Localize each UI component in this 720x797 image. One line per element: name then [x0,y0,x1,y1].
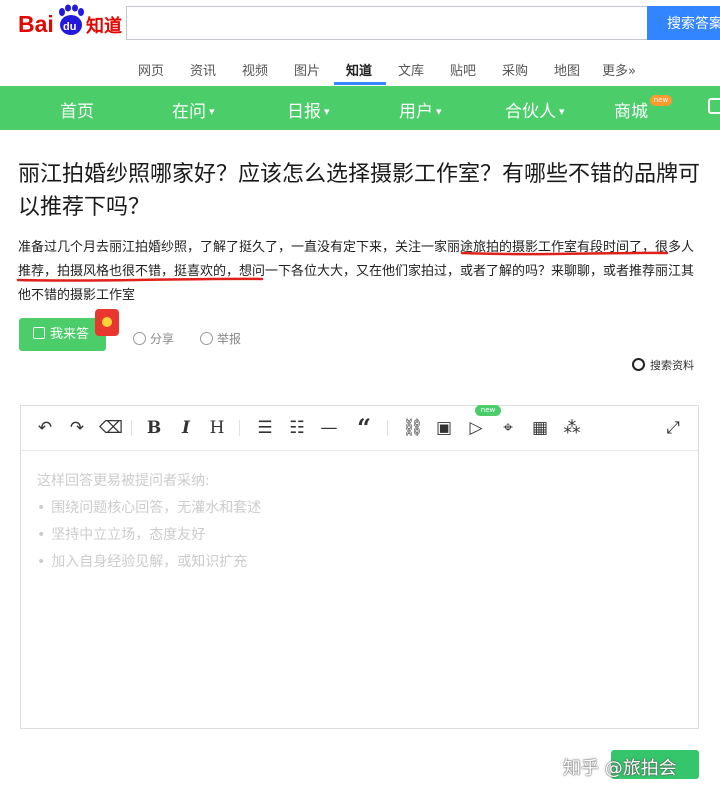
heading-icon[interactable]: H [207,418,227,438]
video-icon[interactable]: ▷ [466,418,486,438]
question-title: 丽江拍婚纱照哪家好？应该怎么选择摄影工作室？有哪些不错的品牌可以推荐下吗？ [18,162,701,220]
question-description: 准备过几个月去丽江拍婚纱照，了解了挺久了，一直没有定下来，关注一家丽途旅拍的摄影… [18,240,695,303]
svg-text:知道: 知道 [86,15,122,37]
chevron-down-icon: ▾ [324,105,330,118]
main-nav: 首页 在问 ▾ 日报 ▾ 用户 ▾ 合伙人 ▾ 商城 [0,86,720,130]
redo-icon[interactable]: ↷ [67,418,87,438]
product-nav-more[interactable]: 更多» [602,60,636,79]
new-badge: new [650,95,672,106]
image-icon[interactable]: ▣ [434,418,454,438]
location-icon[interactable]: ⌖ [498,418,518,438]
product-nav: 网页 资讯 视频 图片 知道 文库 贴吧 采购 地图 更多» [0,50,720,86]
share-icon [133,332,146,345]
search-button[interactable]: 搜索答案 [647,6,720,40]
main-nav-mall[interactable]: 商城 [614,97,648,122]
product-nav-item[interactable]: 采购 [502,60,528,79]
toolbar-divider [131,420,132,436]
baidu-zhidao-logo[interactable]: Bai du 知道 [18,4,123,40]
bold-icon[interactable]: B [144,418,164,438]
italic-icon[interactable]: I [176,418,196,438]
chevron-down-icon: ▾ [436,105,442,118]
chevron-down-icon: ▾ [209,105,215,118]
quote-icon[interactable]: “ [354,416,374,440]
product-nav-item[interactable]: 资讯 [190,60,216,79]
placeholder-point: 加入自身经验见解，或知识扩充 [37,549,261,576]
product-nav-item[interactable]: 网页 [138,60,164,79]
report-button[interactable]: 举报 [200,330,241,347]
answer-editor[interactable]: ↶ ↷ ⌫ B I H ☰ ☷ — “ ⛓ ▣ ▷ new ⌖ ▦ ⁂ ⤢ 这样… [20,405,699,729]
new-badge: new [475,405,501,416]
answer-button[interactable]: 我来答 [19,318,106,351]
main-nav-asking[interactable]: 在问 ▾ [172,97,215,122]
placeholder-point: 坚持中立立场，态度友好 [37,522,261,549]
message-icon[interactable] [708,98,720,114]
toolbar-divider [387,420,388,436]
editor-toolbar: ↶ ↷ ⌫ B I H ☰ ☷ — “ ⛓ ▣ ▷ new ⌖ ▦ ⁂ ⤢ [21,405,698,451]
product-nav-item[interactable]: 图片 [294,60,320,79]
fullscreen-icon[interactable]: ⤢ [663,418,683,438]
placeholder-point: 围绕问题核心回答，无灌水和套述 [37,495,261,522]
more-tools-icon[interactable]: ⁂ [562,418,582,438]
link-icon[interactable]: ⛓ [402,418,424,438]
edit-icon [33,327,45,339]
product-nav-item[interactable]: 视频 [242,60,268,79]
product-nav-item[interactable]: 地图 [554,60,580,79]
product-nav-item[interactable]: 贴吧 [450,60,476,79]
toolbar-divider [239,420,240,436]
svg-text:du: du [63,21,76,33]
product-nav-item[interactable]: 文库 [398,60,424,79]
editor-placeholder: 这样回答更易被提问者采纳: 围绕问题核心回答，无灌水和套述 坚持中立立场，态度友… [37,468,261,576]
search-material-button[interactable]: 搜索资料 [632,357,694,373]
bullet-list-icon[interactable]: ☰ [255,418,275,438]
undo-icon[interactable]: ↶ [35,418,55,438]
report-icon [200,332,213,345]
watermark: 知乎 @旅拍会 [563,758,677,779]
chevron-down-icon: ▾ [559,105,565,118]
ordered-list-icon[interactable]: ☷ [287,418,307,438]
main-nav-daily[interactable]: 日报 ▾ [287,97,330,122]
search-input[interactable] [126,6,648,40]
main-nav-partner[interactable]: 合伙人 ▾ [505,97,565,122]
share-button[interactable]: 分享 [133,330,174,347]
divider-line-icon[interactable]: — [319,418,339,438]
product-nav-item-active[interactable]: 知道 [346,60,372,79]
eraser-icon[interactable]: ⌫ [99,418,123,438]
svg-text:Bai: Bai [18,11,54,37]
table-icon[interactable]: ▦ [530,418,550,438]
red-packet-icon[interactable] [95,309,119,336]
active-tab-underline [334,82,386,85]
main-nav-home[interactable]: 首页 [60,97,94,122]
search-icon [632,358,645,371]
placeholder-title: 这样回答更易被提问者采纳: [37,473,210,489]
main-nav-users[interactable]: 用户 ▾ [399,97,442,122]
